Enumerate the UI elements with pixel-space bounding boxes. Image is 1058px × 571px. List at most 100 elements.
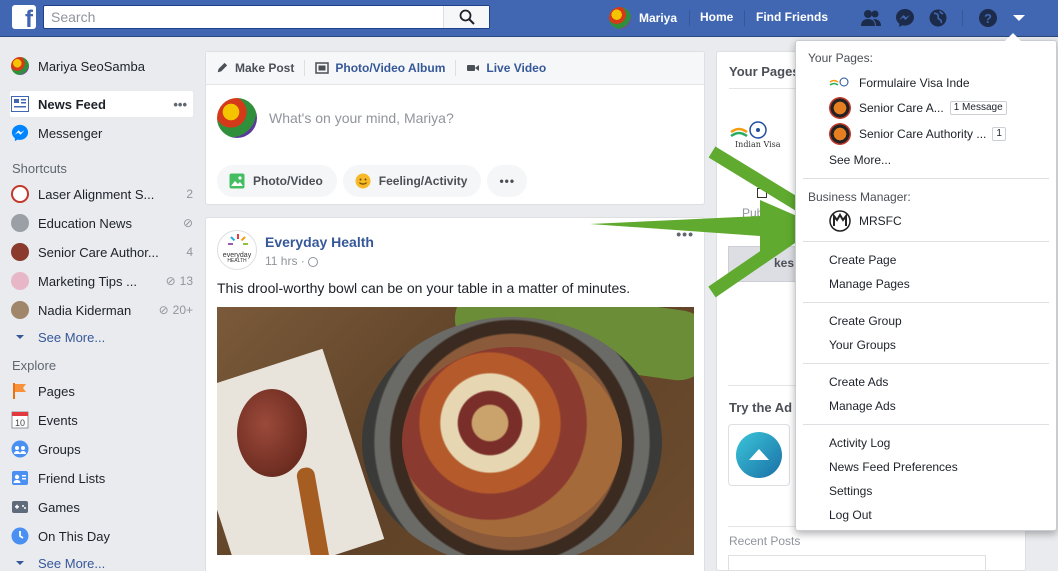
sidebar-item-news-feed[interactable]: News Feed •••: [10, 91, 193, 117]
feeling-activity-button[interactable]: Feeling/Activity: [342, 165, 482, 197]
video-camera-icon: [467, 65, 480, 71]
help-icon[interactable]: ?: [977, 7, 999, 29]
sidebar-item-events[interactable]: 10 Events: [10, 407, 193, 433]
facebook-logo-icon[interactable]: f: [12, 5, 36, 29]
notifications-globe-icon[interactable]: [927, 7, 949, 29]
explore-label: Games: [38, 499, 80, 515]
publish-label[interactable]: Publish: [742, 206, 781, 220]
marketing-page-icon: [10, 271, 30, 291]
timestamp-text: 11 hrs ·: [265, 254, 305, 268]
profile-name: Mariya: [639, 11, 678, 25]
likes-button[interactable]: kes: [728, 246, 798, 282]
menu-page-item[interactable]: Formulaire Visa Inde: [829, 72, 970, 94]
education-page-icon: [10, 213, 30, 233]
feed-post: everyday HEALTH Everyday Health 11 hrs ·…: [205, 217, 705, 571]
everyday-health-logo-icon[interactable]: everyday HEALTH: [217, 230, 257, 270]
sidebar-item-games[interactable]: Games: [10, 494, 193, 520]
menu-page-item[interactable]: Senior Care Authority ... 1: [829, 123, 1006, 145]
top-navigation-bar: f Mariya Home Find Friends ?: [0, 0, 1058, 37]
menu-page-item[interactable]: Senior Care A... 1 Message: [829, 97, 1007, 119]
muted-eye-icon: ⊘: [165, 274, 176, 288]
more-options-button[interactable]: •••: [487, 165, 528, 197]
create-ads-item[interactable]: Create Ads: [829, 375, 888, 389]
menu-business-item[interactable]: MRSFC: [829, 210, 902, 232]
settings-item[interactable]: Settings: [829, 484, 872, 498]
pages-see-more-link[interactable]: See More...: [829, 153, 891, 167]
groups-icon: [10, 439, 30, 459]
messenger-icon[interactable]: [894, 7, 916, 29]
tab-photo-video-album[interactable]: Photo/Video Album: [315, 61, 445, 75]
search-button[interactable]: [443, 6, 489, 28]
see-more-label: See More...: [38, 555, 106, 571]
sidebar-item-on-this-day[interactable]: On This Day: [10, 523, 193, 549]
separator: [744, 10, 745, 26]
page-name: Senior Care Authority ...: [859, 127, 987, 141]
account-menu-chevron-icon[interactable]: [1008, 7, 1030, 29]
post-text: This drool-worthy bowl can be on your ta…: [217, 280, 631, 296]
shortcut-count: 4: [186, 245, 193, 259]
avatar: [609, 7, 631, 29]
games-icon: [10, 497, 30, 517]
sidebar-item-groups[interactable]: Groups: [10, 436, 193, 462]
sidebar-item-messenger[interactable]: Messenger: [10, 120, 193, 146]
shortcut-item[interactable]: Nadia Kiderman ⊘ 20+: [10, 297, 193, 323]
more-label: •••: [499, 174, 516, 188]
home-link[interactable]: Home: [700, 10, 733, 24]
shortcut-item[interactable]: Laser Alignment S... 2: [10, 181, 193, 207]
avatar: [10, 56, 30, 76]
divider: [304, 60, 306, 76]
composer-input-row[interactable]: What's on your mind, Mariya?: [217, 98, 454, 138]
search-icon: [459, 9, 475, 25]
create-group-item[interactable]: Create Group: [829, 314, 902, 328]
news-feed-options-button[interactable]: •••: [173, 97, 187, 112]
message-badge: 1 Message: [949, 101, 1007, 115]
photo-video-button[interactable]: Photo/Video: [217, 165, 337, 197]
shortcut-label: Senior Care Author...: [38, 244, 159, 260]
globe-icon: [308, 256, 319, 267]
shortcut-label: Marketing Tips ...: [38, 273, 137, 289]
tab-make-post[interactable]: Make Post: [215, 61, 294, 75]
news-feed-label: News Feed: [38, 96, 106, 112]
shortcut-item[interactable]: Marketing Tips ... ⊘ 13: [10, 268, 193, 294]
sidebar-item-friend-lists[interactable]: Friend Lists: [10, 465, 193, 491]
your-pages-title: Your Pages: [729, 64, 800, 79]
shortcut-item[interactable]: Education News ⊘: [10, 210, 193, 236]
explore-label: Groups: [38, 441, 81, 457]
search-input[interactable]: [44, 6, 434, 28]
post-page-name[interactable]: Everyday Health: [265, 234, 374, 250]
sidebar-item-pages[interactable]: Pages: [10, 378, 193, 404]
explore-label: On This Day: [38, 528, 111, 544]
composer-placeholder[interactable]: What's on your mind, Mariya?: [269, 110, 454, 126]
messenger-icon: [10, 123, 30, 143]
flag-icon: [10, 381, 30, 401]
your-groups-item[interactable]: Your Groups: [829, 338, 896, 352]
profile-link[interactable]: Mariya: [609, 6, 677, 30]
find-friends-link[interactable]: Find Friends: [756, 10, 828, 24]
post-image[interactable]: [217, 307, 694, 555]
logo-subtext: HEALTH: [227, 258, 247, 264]
log-out-item[interactable]: Log Out: [829, 508, 872, 522]
explore-label: Events: [38, 412, 78, 428]
shortcuts-see-more-link[interactable]: See More...: [10, 324, 193, 350]
shortcuts-header: Shortcuts: [12, 161, 67, 176]
shortcut-item[interactable]: Senior Care Author... 4: [10, 239, 193, 265]
friend-requests-icon[interactable]: [860, 7, 882, 29]
avatar: [217, 98, 257, 138]
create-page-item[interactable]: Create Page: [829, 253, 896, 267]
sidebar-item-profile[interactable]: Mariya SeoSamba: [10, 53, 193, 79]
shortcut-count: 20+: [172, 303, 193, 317]
explore-see-more-link[interactable]: See More...: [10, 550, 193, 571]
indian-visa-logo-icon[interactable]: Indian Visa: [729, 120, 781, 154]
recent-post-card[interactable]: [728, 555, 986, 571]
post-options-button[interactable]: •••: [676, 226, 694, 242]
activity-log-item[interactable]: Activity Log: [829, 436, 890, 450]
manage-ads-item[interactable]: Manage Ads: [829, 399, 896, 413]
tab-live-video[interactable]: Live Video: [466, 61, 546, 75]
news-feed-preferences-item[interactable]: News Feed Preferences: [829, 460, 958, 474]
post-header: everyday HEALTH Everyday Health 11 hrs ·: [217, 230, 374, 270]
ad-app-icon[interactable]: [728, 424, 790, 486]
senior-care-page-icon: [829, 123, 851, 145]
tab-label: Make Post: [235, 61, 295, 75]
manage-pages-item[interactable]: Manage Pages: [829, 277, 910, 291]
post-timestamp[interactable]: 11 hrs ·: [265, 254, 374, 268]
